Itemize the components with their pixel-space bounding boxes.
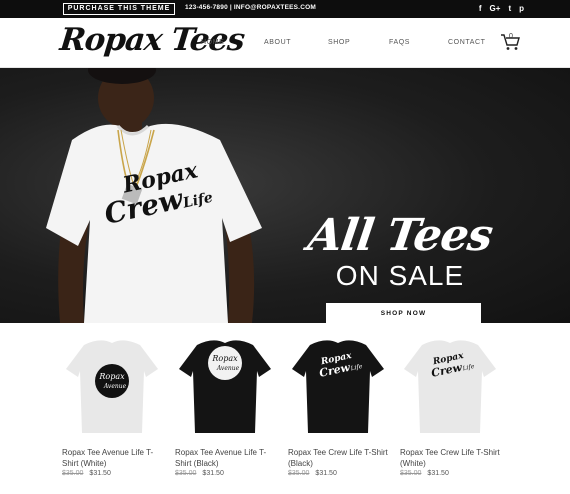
hero-title: All Tees: [304, 210, 496, 261]
hero-banner: Ropax CrewLife All Tees ON SALE SHOP NOW: [0, 68, 570, 323]
product-image[interactable]: Ropax Crew Life: [288, 333, 388, 433]
product-image[interactable]: Ropax Avenue: [62, 333, 162, 433]
twitter-icon[interactable]: t: [508, 3, 511, 15]
product-price: $35.00 $31.50: [288, 470, 337, 477]
top-bar: PURCHASE THIS THEME 123-456-7890 | INFO@…: [0, 0, 570, 18]
svg-text:Avenue: Avenue: [216, 365, 240, 372]
svg-text:Avenue: Avenue: [103, 383, 127, 390]
pinterest-icon[interactable]: p: [519, 3, 524, 15]
shirt-print-line3: Life: [181, 189, 215, 212]
nav-contact[interactable]: CONTACT: [448, 39, 486, 46]
svg-text:Ropax: Ropax: [211, 354, 238, 363]
cart-button[interactable]: 0: [500, 32, 522, 52]
google-plus-icon[interactable]: G+: [490, 3, 501, 15]
purchase-theme-button[interactable]: PURCHASE THIS THEME: [63, 3, 175, 15]
product-name[interactable]: Ropax Tee Avenue Life T-Shirt (Black): [175, 447, 280, 469]
product-name[interactable]: Ropax Tee Crew Life T-Shirt (Black): [288, 447, 393, 469]
site-header: Ropax Tees HOME ABOUT SHOP FAQS CONTACT …: [0, 18, 570, 68]
product-grid: Ropax Avenue Ropax Tee Avenue Life T-Shi…: [0, 323, 570, 494]
product-image[interactable]: Ropax Crew Life: [400, 333, 500, 433]
hero-subtitle: ON SALE: [335, 260, 465, 291]
shop-now-button[interactable]: SHOP NOW: [326, 303, 481, 323]
product-price: $35.00 $31.50: [62, 470, 111, 477]
contact-info: 123-456-7890 | INFO@ROPAXTEES.COM: [185, 4, 316, 11]
product-image[interactable]: Ropax Avenue: [175, 333, 275, 433]
cart-count: 0: [509, 33, 513, 40]
nav-shop[interactable]: SHOP: [328, 39, 350, 46]
print-text: Ropax: [98, 372, 125, 381]
nav-about[interactable]: ABOUT: [264, 39, 291, 46]
product-name[interactable]: Ropax Tee Avenue Life T-Shirt (White): [62, 447, 167, 469]
social-links: f G+ t p: [479, 3, 524, 15]
nav-home[interactable]: HOME: [201, 39, 224, 46]
nav-faqs[interactable]: FAQS: [389, 39, 410, 46]
product-name[interactable]: Ropax Tee Crew Life T-Shirt (White): [400, 447, 505, 469]
facebook-icon[interactable]: f: [479, 3, 482, 15]
product-price: $35.00 $31.50: [400, 470, 449, 477]
product-price: $35.00 $31.50: [175, 470, 224, 477]
